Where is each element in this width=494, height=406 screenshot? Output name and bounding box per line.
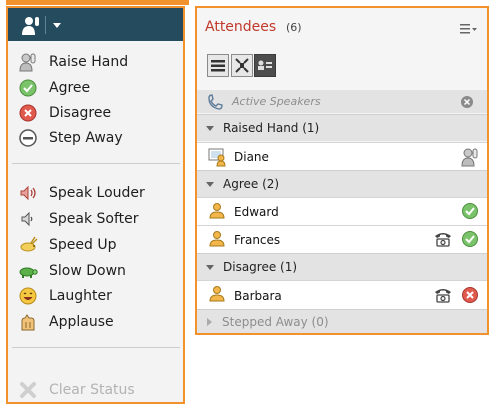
chevron-down-icon[interactable] xyxy=(206,181,214,187)
menu-item-clear-status[interactable]: Clear Status xyxy=(18,378,135,402)
speaker-soft-icon xyxy=(18,209,38,229)
menu-item-step-away[interactable]: Step Away xyxy=(18,126,123,150)
attendee-row-diane[interactable]: Diane xyxy=(197,142,487,170)
chevron-down-icon[interactable] xyxy=(206,125,214,131)
attendee-count: (6) xyxy=(286,21,302,34)
roles-view-icon xyxy=(258,60,272,70)
phone-speaker-icon xyxy=(208,93,223,110)
clapping-hands-icon xyxy=(18,312,38,332)
menu-item-agree[interactable]: Agree xyxy=(18,76,90,100)
menu-item-disagree[interactable]: Disagree xyxy=(18,101,111,125)
grid-view-button[interactable] xyxy=(231,54,253,77)
telephone-icon xyxy=(435,289,451,303)
panel-options-menu-icon[interactable] xyxy=(460,21,478,35)
raise-hand-icon xyxy=(461,148,478,167)
attendee-row-frances[interactable]: Frances xyxy=(197,225,487,253)
speaker-loud-icon xyxy=(18,183,38,203)
raise-hand-person-icon xyxy=(22,17,39,35)
attendee-name: Frances xyxy=(234,233,281,247)
group-label: Disagree (1) xyxy=(223,260,298,274)
active-speakers-row: Active Speakers xyxy=(197,90,487,113)
menu-item-slow-down[interactable]: Slow Down xyxy=(18,259,126,283)
menu-item-label: Raise Hand xyxy=(49,54,129,70)
view-switcher xyxy=(207,54,278,79)
telephone-icon xyxy=(435,233,451,247)
disagree-x-icon xyxy=(462,287,478,303)
menu-item-label: Speed Up xyxy=(49,237,117,253)
status-dropdown-button[interactable] xyxy=(20,14,65,37)
agree-check-icon xyxy=(462,231,478,247)
status-button-divider xyxy=(45,16,46,34)
panel-title: Attendees xyxy=(205,19,277,35)
chevron-right-icon[interactable] xyxy=(207,317,212,326)
attendee-name: Barbara xyxy=(234,289,282,303)
attendee-person-icon xyxy=(209,203,225,219)
group-label: Agree (2) xyxy=(223,177,280,191)
menu-item-label: Disagree xyxy=(49,105,112,121)
menu-item-raise-hand[interactable]: Raise Hand xyxy=(18,50,128,74)
highlight-bar xyxy=(6,0,189,5)
attendee-person-icon xyxy=(209,286,225,302)
active-speakers-label: Active Speakers xyxy=(232,95,321,108)
agree-check-icon xyxy=(18,78,38,98)
clear-status-label: Clear Status xyxy=(49,382,135,398)
attendee-person-icon xyxy=(209,231,225,247)
menu-item-laughter[interactable]: Laughter xyxy=(18,284,112,308)
menu-item-speak-softer[interactable]: Speak Softer xyxy=(18,207,139,231)
list-view-icon xyxy=(211,60,225,72)
status-menu: Raise Hand Agree Disagree Step Away Spea… xyxy=(6,6,185,404)
menu-item-speed-up[interactable]: Speed Up xyxy=(18,233,116,257)
laugh-face-icon xyxy=(18,286,38,306)
status-menu-header xyxy=(8,8,183,41)
attendees-panel: Attendees (6) Active Speakers Raised Han… xyxy=(195,6,489,335)
rabbit-icon xyxy=(18,235,38,255)
group-agree[interactable]: Agree (2) xyxy=(197,170,487,197)
close-icon[interactable] xyxy=(460,95,474,109)
presenter-icon xyxy=(208,148,226,167)
menu-item-label: Slow Down xyxy=(49,263,126,279)
clear-x-icon xyxy=(18,380,38,400)
grid-view-icon xyxy=(235,58,249,73)
attendee-row-edward[interactable]: Edward xyxy=(197,197,487,225)
menu-divider xyxy=(12,347,180,348)
attendee-name: Edward xyxy=(234,205,279,219)
agree-check-icon xyxy=(462,203,478,219)
menu-item-label: Step Away xyxy=(49,130,123,146)
roles-view-button[interactable] xyxy=(254,54,276,77)
attendee-name: Diane xyxy=(234,150,269,164)
menu-item-speak-louder[interactable]: Speak Louder xyxy=(18,181,145,205)
menu-item-label: Speak Softer xyxy=(49,211,139,227)
menu-item-label: Applause xyxy=(49,314,114,330)
group-raised-hand[interactable]: Raised Hand (1) xyxy=(197,114,487,141)
menu-item-label: Laughter xyxy=(49,288,112,304)
turtle-icon xyxy=(18,261,38,281)
step-away-icon xyxy=(18,128,38,148)
group-stepped-away[interactable]: Stepped Away (0) xyxy=(197,309,487,333)
disagree-x-icon xyxy=(18,103,38,123)
menu-item-label: Agree xyxy=(49,80,91,96)
chevron-down-icon[interactable] xyxy=(53,23,61,28)
group-label: Raised Hand (1) xyxy=(223,121,320,135)
list-view-button[interactable] xyxy=(207,54,229,77)
group-disagree[interactable]: Disagree (1) xyxy=(197,253,487,280)
menu-item-label: Speak Louder xyxy=(49,185,145,201)
raise-hand-icon xyxy=(18,52,38,72)
attendee-row-barbara[interactable]: Barbara xyxy=(197,280,487,309)
chevron-down-icon[interactable] xyxy=(206,264,214,270)
group-label: Stepped Away (0) xyxy=(222,314,329,329)
menu-item-applause[interactable]: Applause xyxy=(18,310,114,334)
menu-divider xyxy=(12,163,180,164)
